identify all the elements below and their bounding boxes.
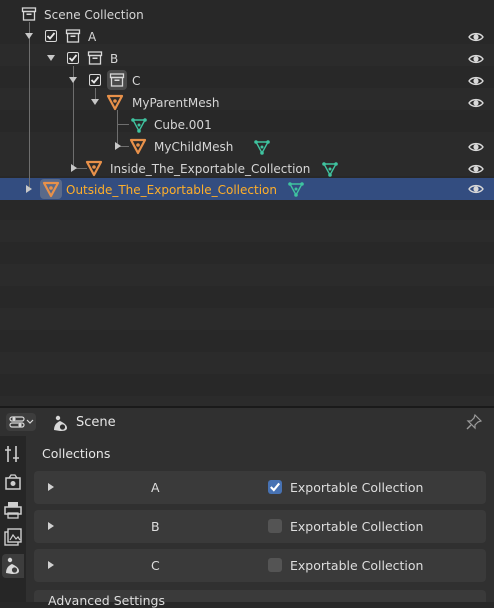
- collection-c-label: C: [132, 74, 141, 88]
- mesh-data-icon: [131, 117, 147, 133]
- properties-content: Collections A Exportable Collection B Ex…: [26, 436, 494, 608]
- exportable-checkbox-b[interactable]: [268, 519, 282, 533]
- scene-icon: [6, 557, 19, 574]
- object-icon: [85, 159, 103, 177]
- expand-arrow-icon[interactable]: [47, 55, 55, 61]
- panel-name: C: [151, 558, 160, 573]
- outliner-row-bg: [0, 308, 494, 330]
- scene-collection-label: Scene Collection: [44, 8, 144, 22]
- object-icon: [42, 180, 60, 198]
- eye-icon[interactable]: [468, 182, 484, 196]
- expand-arrow-icon[interactable]: [71, 164, 77, 172]
- collection-icon: [87, 50, 103, 66]
- collection-a-checkbox[interactable]: [45, 30, 57, 42]
- check-icon: [46, 31, 56, 41]
- exportable-checkbox-c[interactable]: [268, 558, 282, 572]
- mesh-data-icon[interactable]: [288, 181, 304, 197]
- tool-icon: [5, 446, 19, 462]
- mesh-data-icon[interactable]: [322, 161, 338, 177]
- outliner-row-myparentmesh[interactable]: MyParentMesh: [0, 92, 494, 114]
- tab-output[interactable]: [2, 498, 24, 522]
- collection-b-label: B: [110, 52, 119, 66]
- context-label: Scene: [76, 415, 116, 430]
- eye-icon[interactable]: [468, 96, 484, 110]
- outside-object-label: Outside_The_Exportable_Collection: [66, 183, 277, 197]
- outliner-row-bg: [0, 352, 494, 374]
- outliner-row-collection-b[interactable]: B: [0, 48, 494, 70]
- collection-panel-b[interactable]: B Exportable Collection: [34, 510, 486, 543]
- eye-icon[interactable]: [468, 52, 484, 66]
- tab-render[interactable]: [2, 470, 24, 494]
- expand-arrow-icon[interactable]: [115, 142, 121, 150]
- outliner-row-scene-collection[interactable]: Scene Collection: [0, 4, 494, 26]
- expand-arrow-icon[interactable]: [69, 77, 77, 83]
- exportable-label: Exportable Collection: [290, 480, 424, 495]
- expand-arrow-icon[interactable]: [25, 33, 33, 39]
- collection-c-checkbox[interactable]: [89, 74, 101, 86]
- outliner-row-bg: [0, 264, 494, 286]
- panel-name: A: [151, 480, 160, 495]
- eye-icon[interactable]: [468, 162, 484, 176]
- scene-icon: [54, 415, 67, 431]
- outliner-row-collection-a[interactable]: A: [0, 26, 494, 48]
- object-icon: [106, 93, 124, 111]
- editor-type-button[interactable]: [6, 413, 36, 431]
- collection-a-label: A: [88, 30, 97, 44]
- exportable-label: Exportable Collection: [290, 519, 424, 534]
- collection-icon: [109, 72, 125, 88]
- collection-icon: [65, 28, 81, 44]
- check-icon: [90, 75, 100, 85]
- collection-b-checkbox[interactable]: [67, 52, 79, 64]
- mychildmesh-label: MyChildMesh: [154, 140, 234, 154]
- properties-tabs: [0, 436, 26, 602]
- mesh-data-icon[interactable]: [254, 139, 270, 155]
- outliner-row-bg: [0, 396, 494, 406]
- exportable-checkbox-a[interactable]: [268, 480, 282, 494]
- object-icon: [129, 137, 147, 155]
- editor-type-icon: [9, 416, 34, 428]
- outliner-row-cube001[interactable]: Cube.001: [0, 114, 494, 136]
- properties-header: Scene: [0, 408, 494, 436]
- expand-arrow-icon[interactable]: [48, 522, 54, 530]
- expand-arrow-icon[interactable]: [48, 561, 54, 569]
- eye-icon[interactable]: [468, 140, 484, 154]
- outliner-row-inside-object[interactable]: Inside_The_Exportable_Collection: [0, 158, 494, 180]
- view-layer-icon: [4, 528, 22, 546]
- expand-arrow-icon[interactable]: [48, 483, 54, 491]
- render-icon: [5, 474, 21, 490]
- panel-name: Advanced Settings: [48, 593, 165, 608]
- collection-panel-a[interactable]: A Exportable Collection: [34, 471, 486, 504]
- section-title: Collections: [42, 446, 111, 461]
- collection-icon: [21, 6, 37, 22]
- expand-arrow-icon[interactable]: [26, 185, 32, 193]
- myparentmesh-label: MyParentMesh: [132, 96, 220, 110]
- advanced-settings-panel[interactable]: Advanced Settings: [34, 590, 486, 608]
- tab-view-layer[interactable]: [2, 526, 24, 550]
- collection-panel-c[interactable]: C Exportable Collection: [34, 549, 486, 582]
- properties-editor: Scene Collections A Exportable Collectio…: [0, 406, 494, 608]
- panel-name: B: [151, 519, 160, 534]
- outliner-row-collection-c[interactable]: C: [0, 70, 494, 92]
- outliner-row-mychildmesh[interactable]: MyChildMesh: [0, 136, 494, 158]
- outliner-panel: Scene Collection A B C MyParentMesh Cube…: [0, 0, 494, 406]
- check-icon: [270, 482, 281, 492]
- pin-icon[interactable]: [466, 414, 482, 430]
- cube001-label: Cube.001: [154, 118, 212, 132]
- outliner-row-outside-object[interactable]: Outside_The_Exportable_Collection: [0, 178, 494, 200]
- eye-icon[interactable]: [468, 30, 484, 44]
- check-icon: [68, 53, 78, 63]
- exportable-label: Exportable Collection: [290, 558, 424, 573]
- expand-arrow-icon[interactable]: [91, 99, 99, 105]
- outliner-row-bg: [0, 220, 494, 242]
- output-icon: [4, 502, 22, 519]
- eye-icon[interactable]: [468, 74, 484, 88]
- inside-object-label: Inside_The_Exportable_Collection: [110, 162, 311, 176]
- tab-tool[interactable]: [2, 442, 24, 466]
- tab-scene[interactable]: [2, 554, 24, 578]
